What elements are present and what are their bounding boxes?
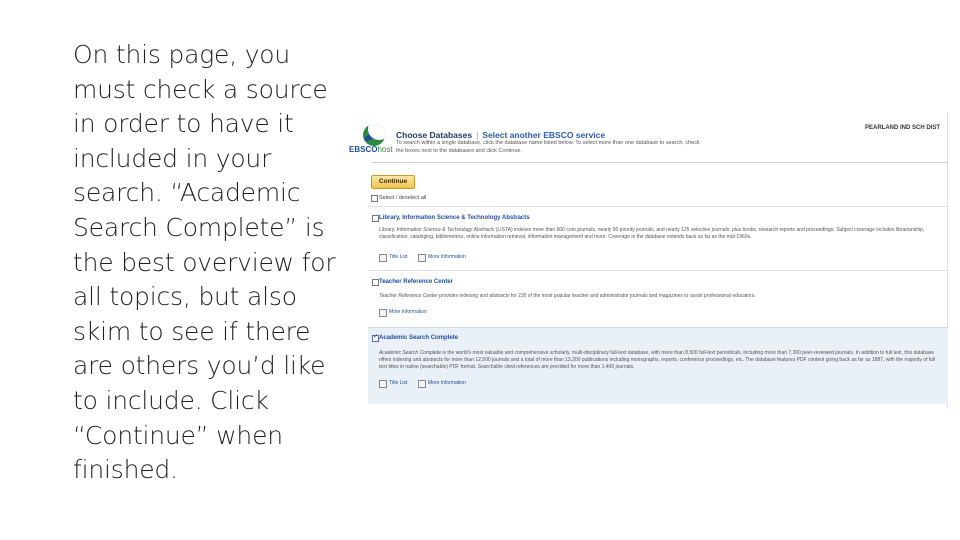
academic-search-complete-title-link[interactable]: Academic Search Complete xyxy=(379,335,458,341)
teacher-reference-desc-body: provides indexing and abstracts for 230 … xyxy=(437,293,756,299)
database-row-lista: Library, Information Science & Technolog… xyxy=(368,206,948,263)
slide-line: finished. xyxy=(73,455,178,485)
page-title: Choose Databases | Select another EBSCO se… xyxy=(396,130,605,140)
academic-search-complete-desc-body: is the world's most valuable and compreh… xyxy=(379,350,936,370)
academic-search-complete-title-list-link[interactable]: Title List xyxy=(389,380,407,386)
select-all-label: Select / deselect all xyxy=(379,195,427,201)
slide-line: in order to have it xyxy=(73,109,294,139)
ebsco-screenshot: EBSCOhost Choose Databases | Select anothe… xyxy=(344,112,948,408)
slide-line: are others you’d like xyxy=(73,351,326,381)
more-info-icon xyxy=(379,309,387,317)
slide-line: “Continue” when xyxy=(73,420,283,450)
academic-search-complete-desc-name: Academic Search Complete xyxy=(379,350,441,356)
database-row-teacher-reference: Teacher Reference Center Teacher Referen… xyxy=(368,270,948,321)
academic-search-complete-more-info-link[interactable]: More Information xyxy=(428,380,466,386)
teacher-reference-desc-name: Teacher Reference Center xyxy=(379,293,438,299)
database-row-academic-search-complete: Academic Search Complete Academic Search… xyxy=(368,327,948,404)
select-another-service-link[interactable]: Select another EBSCO service xyxy=(482,130,605,140)
slide-line: to include. Click xyxy=(73,385,269,415)
select-all-checkbox[interactable] xyxy=(371,195,378,202)
lista-more-info-link[interactable]: More Information xyxy=(428,254,466,260)
slide-line: On this page, you xyxy=(73,40,291,69)
academic-search-complete-checkbox[interactable] xyxy=(372,333,379,342)
academic-search-complete-description: Academic Search Complete is the world's … xyxy=(379,350,939,371)
lista-title-link[interactable]: Library, Information Science & Technolog… xyxy=(379,215,530,221)
slide-line: search. “Academic xyxy=(73,178,301,208)
school-name: PEARLAND IND SCH DIST xyxy=(865,125,941,131)
lista-description: Library, Information Science & Technolog… xyxy=(379,227,939,241)
lista-checkbox[interactable] xyxy=(372,215,379,222)
more-info-icon xyxy=(418,254,426,262)
slide-line: all topics, but also xyxy=(73,282,297,312)
instructions-text: To search within a single database, clic… xyxy=(396,140,700,154)
slide-line: Search Complete” is xyxy=(73,212,325,242)
teacher-reference-more-info-link[interactable]: More Information xyxy=(389,309,427,315)
ebsco-logo-icon xyxy=(363,124,385,146)
title-list-icon xyxy=(379,254,387,262)
slide-line: must check a source xyxy=(73,74,328,104)
slide-line: skim to see if there xyxy=(73,316,311,346)
teacher-reference-description: Teacher Reference Center provides indexi… xyxy=(379,293,939,300)
teacher-reference-title-link[interactable]: Teacher Reference Center xyxy=(379,279,453,285)
header-divider xyxy=(371,162,948,163)
slide-body-text: On this page, you must check a source in… xyxy=(73,38,353,488)
lista-desc-name: Library, Information Science & Technolog… xyxy=(379,227,495,233)
ebsco-logo-text: EBSCOhost xyxy=(349,145,393,154)
continue-button[interactable]: Continue xyxy=(371,175,415,189)
lista-title-list-link[interactable]: Title List xyxy=(389,254,407,260)
slide-line: the best overview for xyxy=(73,247,336,277)
logo-word: EBSCO xyxy=(349,145,378,154)
teacher-reference-checkbox[interactable] xyxy=(372,279,379,286)
title-separator: | xyxy=(476,130,479,140)
title-list-icon xyxy=(379,380,387,388)
choose-databases-title: Choose Databases xyxy=(396,130,473,140)
more-info-icon xyxy=(418,380,426,388)
slide-line: included in your xyxy=(73,143,272,173)
logo-suffix: host xyxy=(377,145,393,154)
